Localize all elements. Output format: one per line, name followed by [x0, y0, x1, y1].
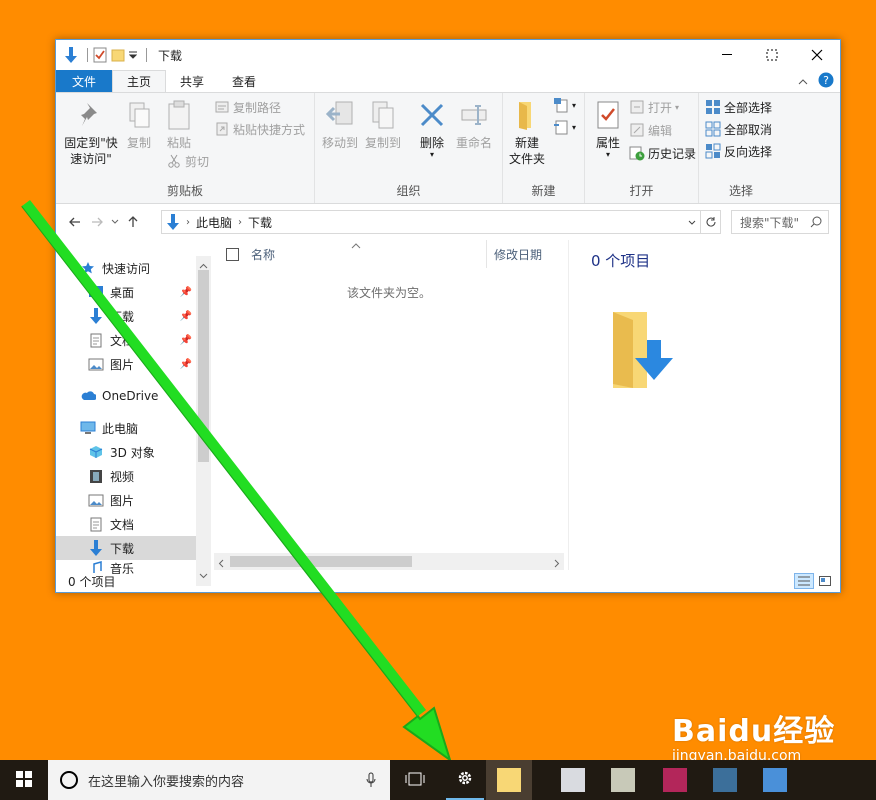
windows-logo-icon	[16, 770, 32, 790]
app-tile-icon	[497, 768, 521, 792]
watermark-brand: Baidu经验	[672, 714, 836, 749]
baidu-watermark: Baidu经验 jingyan.baidu.com	[672, 706, 835, 764]
taskbar-app-2[interactable]	[550, 760, 596, 800]
task-view-icon	[405, 772, 425, 789]
app-tile-icon	[561, 768, 585, 792]
taskbar-app-6[interactable]	[752, 760, 798, 800]
task-view-button[interactable]	[396, 760, 434, 800]
taskbar-search-placeholder: 在这里输入你要搜索的内容	[88, 774, 245, 790]
gear-icon	[456, 769, 474, 790]
cortana-circle-icon	[60, 771, 78, 789]
taskbar: 在这里输入你要搜索的内容	[0, 760, 876, 800]
app-tile-icon	[611, 768, 635, 792]
app-tile-icon	[713, 768, 737, 792]
taskbar-app-1[interactable]	[486, 760, 532, 800]
taskbar-app-5[interactable]	[702, 760, 748, 800]
settings-taskbar-button[interactable]	[446, 760, 484, 800]
app-tile-icon	[763, 768, 787, 792]
app-tile-icon	[663, 768, 687, 792]
start-button[interactable]	[0, 760, 48, 800]
microphone-icon[interactable]	[366, 772, 376, 792]
taskbar-search-box[interactable]: 在这里输入你要搜索的内容	[48, 760, 390, 800]
taskbar-app-3[interactable]	[600, 760, 646, 800]
taskbar-app-4[interactable]	[652, 760, 698, 800]
